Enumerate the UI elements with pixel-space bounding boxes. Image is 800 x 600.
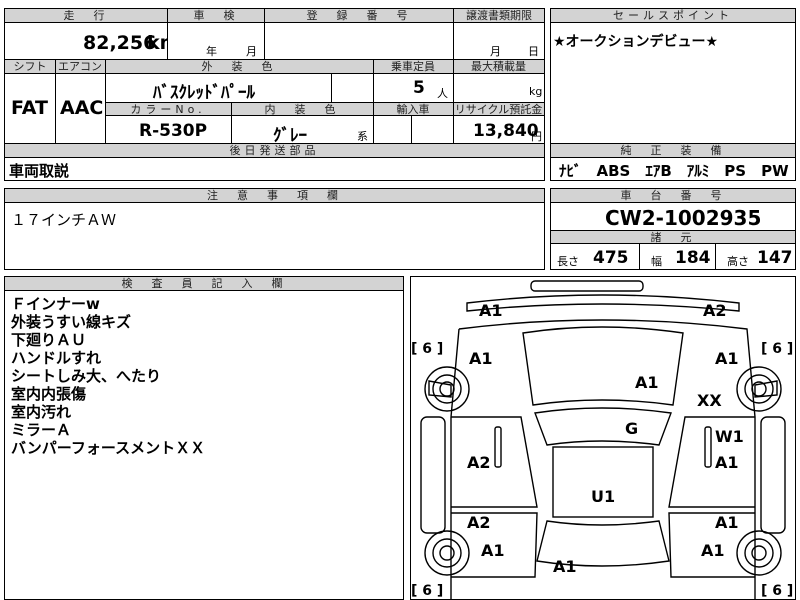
width-label: 幅	[651, 255, 662, 268]
damage-mark: W1	[715, 427, 744, 446]
damage-mark: A1	[715, 453, 739, 472]
equipment-value: ﾅﾋﾞ ABS ｴｱB ｱﾙﾐ PS PW	[559, 162, 789, 180]
sales-point-header: セールスポイント	[551, 9, 795, 23]
width-value: 184	[675, 248, 711, 268]
parts-box: 後日発送部品 車両取説	[4, 143, 545, 181]
damage-mark: G	[625, 419, 639, 438]
car-diagram: [ 6 ] [ 6 ] [ 6 ] [ 6 ] A1 A2 A1 A1 A1 X…	[410, 276, 796, 600]
inspection-month-unit: 月	[246, 45, 257, 58]
inspector-box: 検 査 員 記 入 欄 Ｆインナーw 外装うすい線キズ 下廻りＡＵ ハンドルすれ…	[4, 276, 404, 600]
height-value: 147	[757, 248, 793, 268]
sales-point-text: ★オークションデビュー★	[553, 34, 719, 50]
divider	[639, 244, 640, 269]
capacity-value: 5	[413, 78, 425, 98]
registration-header: 登 録 番 号	[265, 9, 453, 23]
inspection-year-unit: 年	[206, 45, 217, 58]
color-no-value: R-530P	[139, 121, 208, 141]
recycle-header: リサイクル預託金	[453, 102, 544, 116]
shift-value: FAT	[11, 97, 48, 119]
damage-mark: A2	[467, 513, 491, 532]
color-no-header: カラーNo.	[105, 102, 231, 116]
mileage-value: 82,256	[83, 32, 157, 54]
max-load-header: 最大積載量	[453, 60, 544, 74]
interior-suffix: 系	[357, 130, 368, 143]
divider	[231, 102, 232, 143]
damage-mark: A1	[481, 541, 505, 560]
capacity-unit: 人	[437, 87, 448, 100]
divider	[453, 60, 454, 143]
max-load-unit: kg	[529, 85, 543, 98]
inspector-line: 外装うすい線キズ	[11, 313, 132, 331]
divider	[55, 60, 56, 143]
tire-label: [ 6 ]	[411, 583, 444, 599]
length-label: 長さ	[557, 255, 579, 268]
recycle-unit: 円	[531, 130, 542, 143]
tire-label: [ 6 ]	[411, 341, 444, 357]
length-value: 475	[593, 248, 629, 268]
inspection-box: 車 検 年 月	[167, 8, 265, 60]
damage-mark: A2	[467, 453, 491, 472]
tire-label: [ 6 ]	[761, 341, 794, 357]
damage-mark: A1	[553, 557, 577, 576]
transfer-month: 月	[490, 45, 501, 58]
dims-header: 諸 元	[551, 230, 795, 244]
notes-value: １７インチＡＷ	[11, 211, 117, 229]
transfer-header: 譲渡書類期限	[454, 9, 544, 23]
damage-mark: A2	[703, 301, 727, 320]
mileage-box: 走 行 82,256 km	[4, 8, 179, 60]
parts-value: 車両取説	[9, 162, 70, 180]
interior-header: 内 装 色	[231, 102, 373, 116]
chassis-box: 車 台 番 号 CW2-1002935 諸 元 長さ 475 幅 184 高さ …	[550, 188, 796, 270]
divider	[411, 116, 412, 143]
shift-header: シフト	[5, 60, 55, 74]
chassis-header: 車 台 番 号	[551, 189, 795, 203]
exterior-value: ﾊﾞｽｸﾚｯﾄﾞﾊﾟｰﾙ	[153, 83, 255, 103]
exterior-header: 外 装 色	[105, 60, 373, 74]
mileage-header: 走 行	[5, 9, 167, 23]
spec-box: シフト エアコン 外 装 色 乗車定員 最大積載量 FAT AAC ﾊﾞｽｸﾚｯ…	[4, 59, 545, 146]
inspector-header: 検 査 員 記 入 欄	[5, 277, 403, 291]
inspection-header: 車 検	[168, 9, 264, 23]
registration-box: 登 録 番 号	[264, 8, 454, 60]
transfer-box: 譲渡書類期限 月 日	[453, 8, 545, 60]
transfer-day: 日	[528, 45, 539, 58]
recycle-value: 13,840	[473, 121, 539, 141]
damage-mark: A1	[715, 349, 739, 368]
import-header: 輸入車	[373, 102, 453, 116]
capacity-header: 乗車定員	[373, 60, 453, 74]
divider	[331, 74, 332, 102]
damage-mark: A1	[469, 349, 493, 368]
inspector-line: ハンドルすれ	[11, 349, 102, 367]
damage-mark: U1	[591, 487, 616, 506]
divider	[715, 244, 716, 269]
inspector-line: 室内内張傷	[11, 385, 87, 403]
damage-mark: A1	[701, 541, 725, 560]
damage-mark: XX	[697, 391, 722, 410]
equipment-header: 純 正 装 備	[551, 144, 795, 158]
ac-header: エアコン	[55, 60, 105, 74]
ac-value: AAC	[60, 97, 104, 119]
inspector-line: Ｆインナーw	[11, 295, 100, 313]
notes-box: 注 意 事 項 欄 １７インチＡＷ	[4, 188, 545, 270]
sales-point-box: セールスポイント ★オークションデビュー★	[550, 8, 796, 144]
divider	[105, 60, 106, 143]
divider	[373, 60, 374, 143]
tire-label: [ 6 ]	[761, 583, 794, 599]
inspector-line: シートしみ大、へたり	[11, 367, 162, 385]
inspector-line: 下廻りＡＵ	[11, 331, 87, 349]
chassis-value: CW2-1002935	[605, 206, 762, 230]
inspector-line: 室内汚れ	[11, 403, 72, 421]
equipment-box: 純 正 装 備 ﾅﾋﾞ ABS ｴｱB ｱﾙﾐ PS PW	[550, 143, 796, 181]
notes-header: 注 意 事 項 欄	[5, 189, 544, 203]
damage-mark: A1	[479, 301, 503, 320]
parts-header: 後日発送部品	[5, 144, 544, 158]
inspector-line: ミラーＡ	[11, 421, 72, 439]
damage-mark: A1	[635, 373, 659, 392]
height-label: 高さ	[727, 255, 749, 268]
damage-mark: A1	[715, 513, 739, 532]
inspector-line: バンパーフォースメントＸＸ	[11, 439, 206, 457]
